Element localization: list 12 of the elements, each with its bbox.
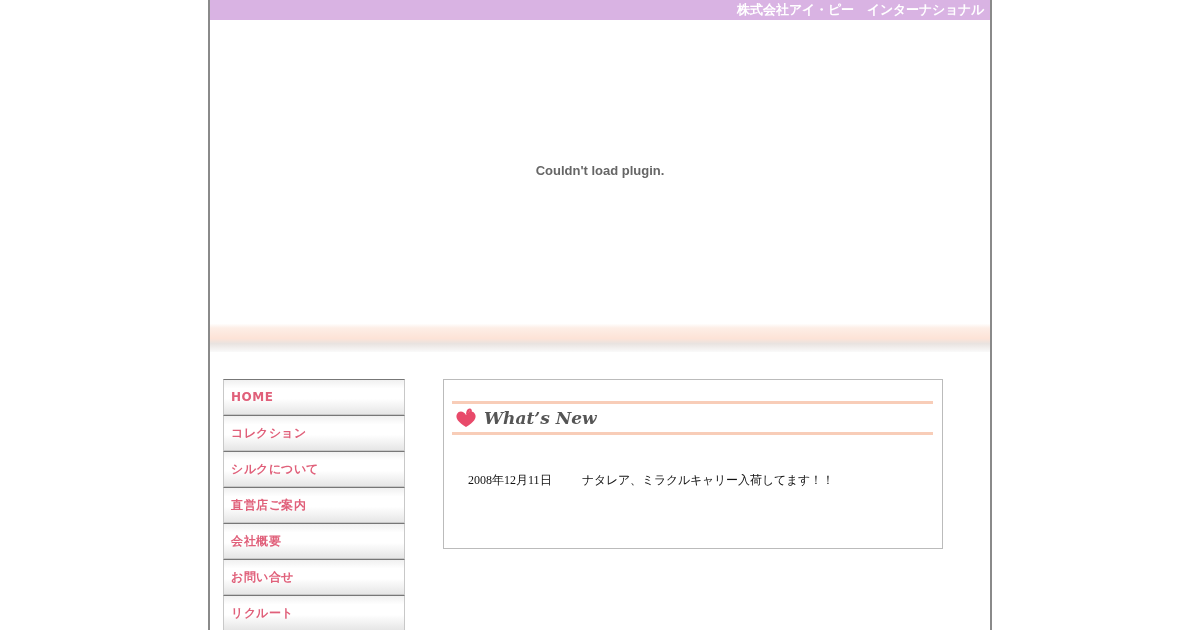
nav-menu-link[interactable]: 直営店ご案内 (223, 487, 405, 523)
nav-menu-link[interactable]: HOME (223, 379, 405, 415)
news-text: ナタレア、ミラクルキャリー入荷してます！！ (581, 472, 834, 489)
news-date: 2008年12月11日 (468, 472, 552, 489)
nav-menu-link[interactable]: 会社概要 (223, 523, 405, 559)
nav-menu-link[interactable]: リクルート (223, 595, 405, 630)
nav-menu-link[interactable]: シルクについて (223, 451, 405, 487)
nav-menu-link[interactable]: お問い合せ (223, 559, 405, 595)
company-name: 株式会社アイ・ピー インターナショナル (737, 2, 984, 18)
plugin-error-message: Couldn't load plugin. (535, 163, 665, 178)
news-title: What’s New (484, 408, 597, 428)
nav-menu-link[interactable]: コレクション (223, 415, 405, 451)
